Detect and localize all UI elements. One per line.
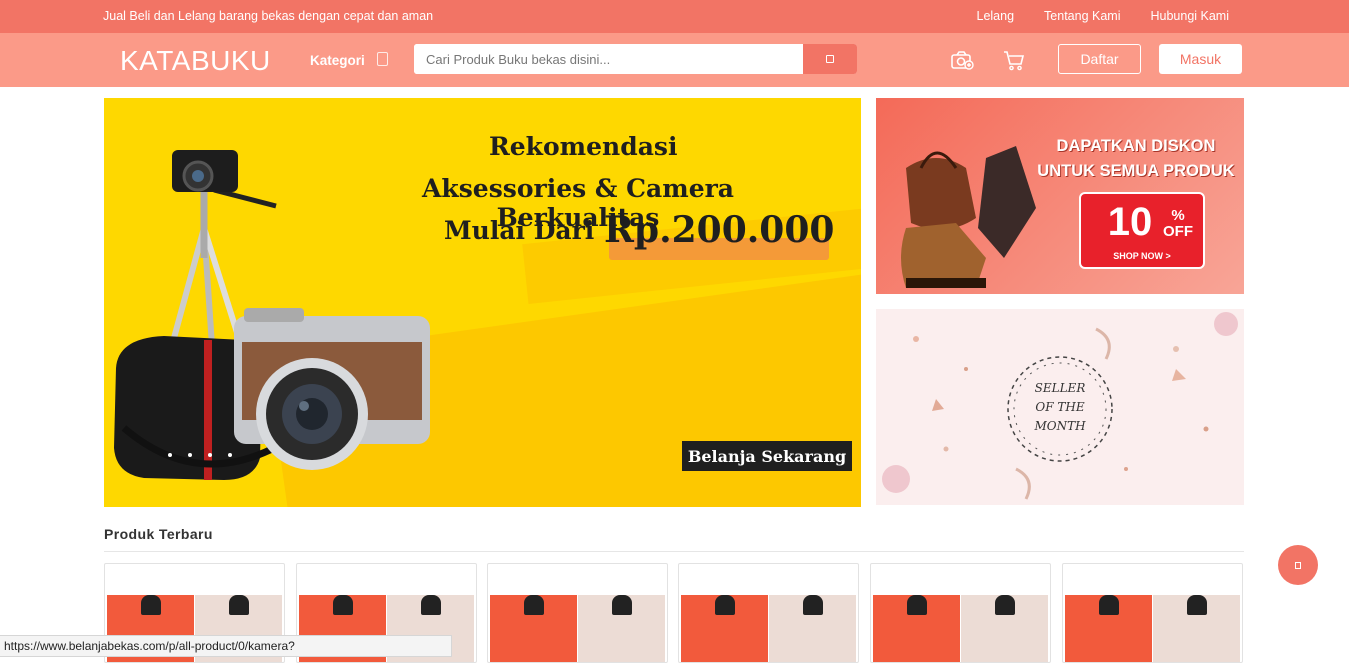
section-title: Produk Terbaru <box>104 526 213 542</box>
main-banner-carousel[interactable]: Rekomendasi Aksessories & Camera Berkual… <box>104 98 861 507</box>
search-icon <box>826 55 834 63</box>
browser-status-url: https://www.belanjabekas.com/p/all-produ… <box>0 635 452 657</box>
link-hubungi-kami[interactable]: Hubungi Kami <box>1150 9 1229 23</box>
discount-banner[interactable]: DAPATKAN DISKON UNTUK SEMUA PRODUK 10 % … <box>876 98 1244 294</box>
floating-chat-button[interactable] <box>1278 545 1318 585</box>
off-label: OFF <box>1163 223 1193 240</box>
product-card[interactable] <box>678 563 859 663</box>
carousel-dots <box>168 453 232 457</box>
seller-line-1: SELLER <box>1034 381 1086 395</box>
product-image-mannequin <box>141 595 161 615</box>
banner-line-3: Mulai Dari <box>444 216 595 245</box>
search-button[interactable] <box>803 44 857 74</box>
tagline: Jual Beli dan Lelang barang bekas dengan… <box>103 9 434 23</box>
kategori-dropdown-icon[interactable] <box>377 52 388 66</box>
product-image-mannequin <box>907 595 927 615</box>
product-image-mannequin <box>333 595 353 615</box>
carousel-dot[interactable] <box>208 453 212 457</box>
banner-line-1: Rekomendasi <box>489 132 678 161</box>
camera-icon[interactable] <box>950 49 974 71</box>
product-image-mannequin <box>1187 595 1207 615</box>
carousel-dot[interactable] <box>168 453 172 457</box>
search-input[interactable] <box>414 44 803 74</box>
promo-title-line-1: DAPATKAN DISKON <box>1056 137 1216 155</box>
product-image-mannequin <box>995 595 1015 615</box>
product-card[interactable] <box>870 563 1051 663</box>
seller-line-2: OF THE <box>1035 400 1085 414</box>
product-image-mannequin <box>229 595 249 615</box>
discount-off: % OFF <box>1163 208 1193 240</box>
discount-badge: 10 % OFF SHOP NOW > <box>1079 192 1205 269</box>
product-image-mannequin <box>803 595 823 615</box>
register-button[interactable]: Daftar <box>1058 44 1141 74</box>
product-image-mannequin <box>421 595 441 615</box>
top-links: Lelang Tentang Kami Hubungi Kami <box>977 9 1230 23</box>
logo[interactable]: KATABUKU <box>120 45 271 77</box>
cart-icon[interactable] <box>1002 49 1026 71</box>
chat-icon <box>1295 561 1301 569</box>
seller-line-3: MONTH <box>1034 419 1086 433</box>
carousel-dot[interactable] <box>188 453 192 457</box>
link-tentang-kami[interactable]: Tentang Kami <box>1044 9 1120 23</box>
link-lelang[interactable]: Lelang <box>977 9 1015 23</box>
bags-shoes-image <box>901 146 1036 288</box>
shop-now-button[interactable]: Belanja Sekarang <box>682 441 852 471</box>
seller-of-month-text: SELLER OF THE MONTH <box>1024 379 1096 436</box>
product-card[interactable] <box>1062 563 1243 663</box>
banner-price: Rp.200.000 <box>604 209 835 251</box>
product-image-mannequin <box>524 595 544 615</box>
promo-title-line-2: UNTUK SEMUA PRODUK <box>1037 162 1235 180</box>
product-card[interactable] <box>487 563 668 663</box>
seller-of-month-banner[interactable]: SELLER OF THE MONTH <box>876 309 1244 505</box>
search-bar <box>414 44 857 74</box>
divider <box>104 551 1244 552</box>
product-image-mannequin <box>1099 595 1119 615</box>
carousel-dot[interactable] <box>228 453 232 457</box>
top-bar: Jual Beli dan Lelang barang bekas dengan… <box>0 0 1349 33</box>
product-image-mannequin <box>612 595 632 615</box>
kategori-menu[interactable]: Kategori <box>310 53 365 68</box>
promo-title: DAPATKAN DISKON UNTUK SEMUA PRODUK <box>1026 134 1244 184</box>
product-image-mannequin <box>715 595 735 615</box>
login-button[interactable]: Masuk <box>1159 44 1242 74</box>
percent-sign: % <box>1171 207 1185 224</box>
shop-now-label: SHOP NOW > <box>1113 251 1171 261</box>
navbar: KATABUKU Kategori Daftar Masuk <box>0 33 1349 87</box>
